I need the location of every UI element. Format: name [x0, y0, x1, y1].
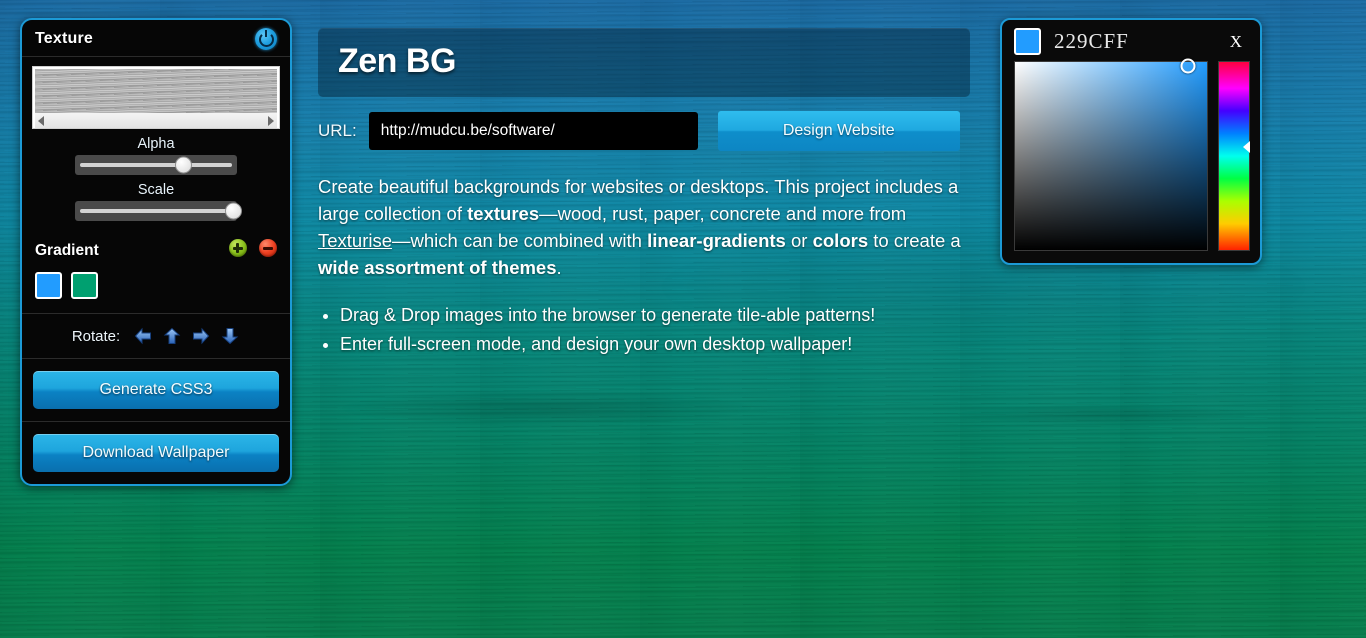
rotate-label: Rotate:: [71, 327, 121, 345]
plus-vertical-bar: [236, 243, 240, 253]
arrow-left-icon[interactable]: [133, 326, 153, 346]
texture-panel: Texture Alpha Scale Gradient Rotate: Gen…: [20, 18, 292, 486]
scale-slider[interactable]: [75, 201, 243, 221]
color-preview-swatch[interactable]: [1014, 28, 1041, 55]
texture-panel-header: Texture: [22, 20, 290, 57]
triangle-right-icon[interactable]: [268, 115, 274, 126]
color-picker-header: 229CFF X: [1002, 20, 1260, 61]
design-website-button[interactable]: Design Website: [717, 111, 960, 151]
gradient-section-header: Gradient: [35, 239, 277, 262]
texture-scrollbar[interactable]: [35, 113, 277, 128]
divider: [22, 358, 290, 359]
power-icon[interactable]: [255, 28, 277, 50]
scale-slider-label: Scale: [137, 182, 175, 198]
hue-cursor[interactable]: [1243, 140, 1250, 153]
app-background: Texture Alpha Scale Gradient Rotate: Gen…: [0, 0, 1366, 638]
arrow-down-icon[interactable]: [220, 326, 240, 346]
page-title-bar: Zen BG: [318, 28, 970, 97]
description-part-2: —wood, rust, paper, concrete and more fr…: [539, 203, 907, 224]
rotate-controls: Rotate:: [22, 314, 290, 358]
gradient-swatches: [35, 272, 290, 313]
description-part-4: or: [785, 230, 813, 251]
texture-panel-title: Texture: [35, 30, 94, 47]
feature-list: Drag & Drop images into the browser to g…: [318, 301, 970, 359]
arrow-up-icon[interactable]: [162, 326, 182, 346]
description-bold-textures: textures: [467, 203, 540, 224]
alpha-slider-track: [80, 163, 232, 167]
hue-strip[interactable]: [1218, 61, 1250, 251]
texture-thumbnail-image: [35, 69, 277, 113]
scale-slider-knob[interactable]: [225, 202, 243, 220]
hue-column: [1218, 61, 1250, 251]
alpha-slider-label: Alpha: [137, 136, 175, 152]
description-bold-themes: wide assortment of themes: [318, 257, 557, 278]
minus-circle-icon[interactable]: [259, 239, 277, 257]
gradient-swatch-2[interactable]: [71, 272, 98, 299]
gradient-swatch-1[interactable]: [35, 272, 62, 299]
saturation-value-cursor[interactable]: [1180, 58, 1196, 74]
main-content: Zen BG URL: Design Website Create beauti…: [318, 28, 970, 359]
texture-thumbnail-container[interactable]: [32, 66, 280, 129]
arrow-right-icon[interactable]: [191, 326, 211, 346]
download-wallpaper-button[interactable]: Download Wallpaper: [33, 434, 279, 472]
generate-css3-button[interactable]: Generate CSS3: [33, 371, 279, 409]
divider: [22, 421, 290, 422]
color-picker-panel: 229CFF X: [1000, 18, 1262, 265]
description-bold-lineargradients: linear-gradients: [647, 230, 786, 251]
scale-slider-track: [80, 209, 232, 213]
url-input[interactable]: [368, 112, 698, 150]
color-picker-body: [1002, 58, 1260, 263]
gradient-actions: [221, 239, 277, 262]
color-hex-value[interactable]: 229CFF: [1054, 29, 1224, 54]
triangle-left-icon[interactable]: [38, 115, 44, 126]
plus-circle-icon[interactable]: [228, 239, 247, 257]
power-glyph: [258, 31, 274, 47]
close-icon[interactable]: X: [1224, 32, 1248, 52]
alpha-slider-knob[interactable]: [174, 156, 192, 174]
list-item: Drag & Drop images into the browser to g…: [340, 301, 970, 330]
page-title: Zen BG: [338, 42, 456, 80]
description-part-5: to create a: [868, 230, 961, 251]
description-paragraph: Create beautiful backgrounds for website…: [318, 173, 963, 281]
description-part-3: —which can be combined with: [392, 230, 648, 251]
alpha-slider[interactable]: [75, 155, 237, 175]
saturation-value-area[interactable]: [1014, 58, 1208, 251]
description-bold-colors: colors: [812, 230, 869, 251]
list-item: Enter full-screen mode, and design your …: [340, 330, 970, 359]
texturise-link[interactable]: Texturise: [318, 230, 392, 251]
minus-bar: [263, 246, 273, 250]
url-row: URL: Design Website: [318, 111, 970, 151]
description-part-6: .: [556, 257, 562, 278]
gradient-title: Gradient: [35, 241, 99, 259]
url-label: URL:: [318, 121, 357, 140]
